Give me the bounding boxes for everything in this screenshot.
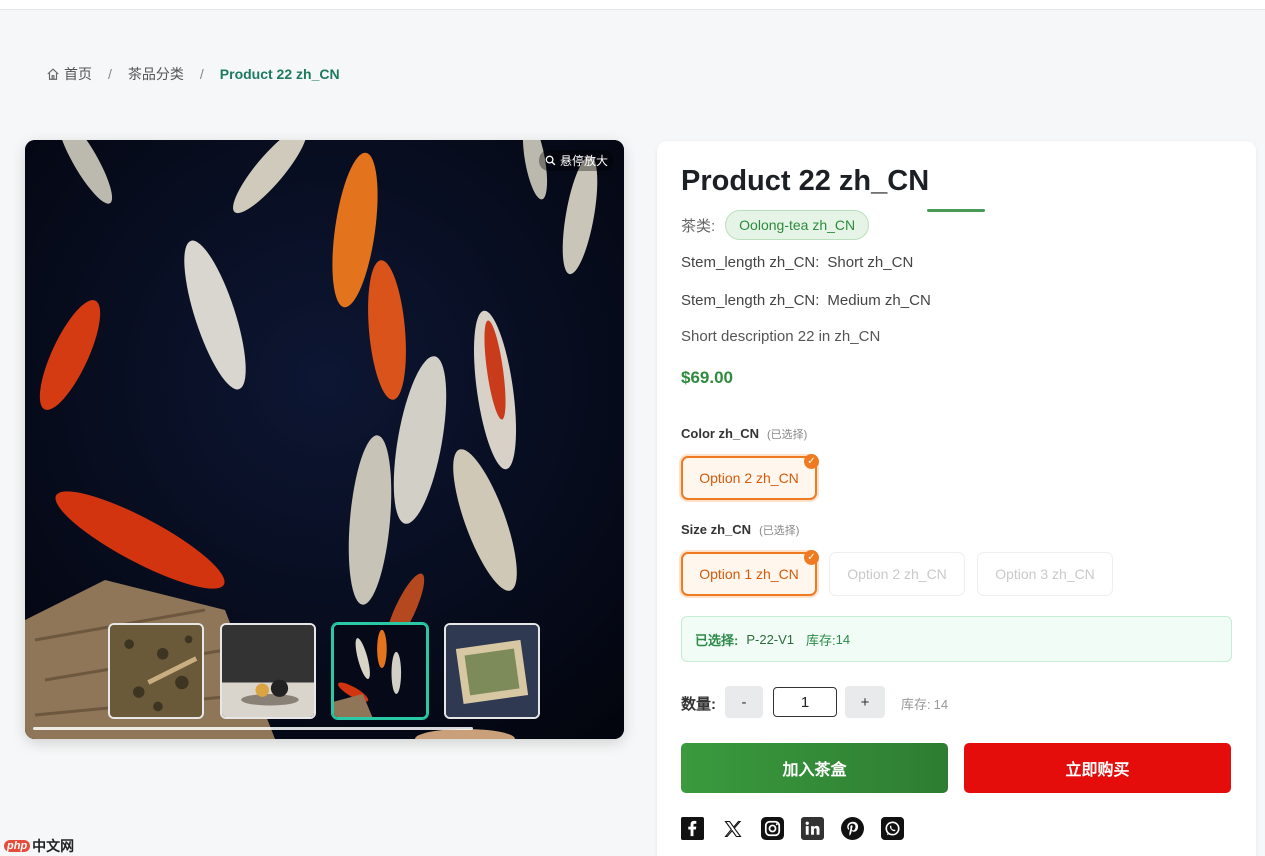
product-image-gallery[interactable]: 悬停放大 bbox=[25, 140, 624, 739]
product-price: $69.00 bbox=[681, 368, 733, 387]
tea-type-label: 茶类: bbox=[681, 217, 716, 235]
facebook-icon[interactable] bbox=[681, 817, 704, 840]
zoom-hint-label: 悬停放大 bbox=[559, 154, 608, 168]
instagram-icon[interactable] bbox=[761, 817, 784, 840]
title-underline bbox=[927, 209, 985, 212]
attribute-row: Stem_length zh_CN: Medium zh_CN bbox=[681, 292, 931, 309]
tea-type-row: 茶类: Oolong-tea zh_CN bbox=[681, 210, 870, 240]
zoom-hint: 悬停放大 bbox=[538, 150, 614, 171]
check-icon: ✓ bbox=[804, 454, 819, 469]
koi-pond-image bbox=[334, 625, 426, 717]
thumbnail-strip bbox=[108, 623, 540, 719]
selected-label: 已选择: bbox=[695, 632, 739, 648]
size-option-button-label: Option 2 zh_CN bbox=[847, 566, 947, 582]
breadcrumb-separator: / bbox=[108, 66, 112, 82]
attribute-key: Stem_length zh_CN: bbox=[681, 254, 820, 271]
quantity-stock: 库存: 14 bbox=[901, 694, 948, 713]
attribute-key: Stem_length zh_CN: bbox=[681, 292, 820, 309]
breadcrumb-home-label: 首页 bbox=[64, 66, 92, 82]
color-option-title: Color zh_CN bbox=[681, 426, 759, 441]
green-tea-tray-image bbox=[446, 625, 538, 717]
quantity-label: 数量: bbox=[681, 696, 716, 713]
quantity-decrease-button[interactable]: - bbox=[725, 686, 763, 718]
top-bar bbox=[0, 0, 1265, 10]
quantity-stock-label: 库存: bbox=[901, 697, 931, 712]
color-option-hint: (已选择) bbox=[767, 429, 808, 441]
share-buttons bbox=[681, 817, 904, 840]
x-twitter-icon[interactable] bbox=[721, 817, 744, 840]
size-option-button-label: Option 3 zh_CN bbox=[995, 566, 1095, 582]
attribute-value: Medium zh_CN bbox=[827, 292, 931, 309]
thumbnail-scrollbar[interactable] bbox=[33, 727, 473, 730]
short-description: Short description 22 in zh_CN bbox=[681, 328, 881, 345]
size-option-hint: (已选择) bbox=[759, 525, 800, 537]
linkedin-icon[interactable] bbox=[801, 817, 824, 840]
breadcrumb-category[interactable]: 茶品分类 bbox=[128, 64, 184, 84]
thumbnail-koi-pond[interactable] bbox=[332, 623, 428, 719]
size-option-button[interactable]: Option 1 zh_CN ✓ bbox=[681, 550, 819, 596]
pinterest-icon[interactable] bbox=[841, 817, 864, 840]
watermark-text: 中文网 bbox=[32, 838, 75, 854]
selected-stock-label: 库存: bbox=[806, 632, 836, 648]
selected-sku: P-22-V1 bbox=[746, 631, 795, 647]
size-option-button[interactable]: Option 2 zh_CN bbox=[829, 552, 965, 596]
check-icon: ✓ bbox=[804, 550, 819, 565]
product-title: Product 22 zh_CN bbox=[681, 165, 930, 197]
home-icon bbox=[47, 68, 59, 80]
search-icon bbox=[545, 155, 556, 166]
add-to-cart-button[interactable]: 加入茶盒 bbox=[681, 743, 948, 793]
site-watermark: php 中文网 bbox=[4, 836, 74, 856]
quantity-input[interactable] bbox=[773, 687, 837, 717]
teapot-set-image bbox=[222, 625, 314, 717]
breadcrumb-current: Product 22 zh_CN bbox=[219, 66, 340, 82]
thumbnail-loose-leaf-tea[interactable] bbox=[108, 623, 204, 719]
thumbnail-green-tea-tray[interactable] bbox=[444, 623, 540, 719]
size-option-label: Size zh_CN (已选择) bbox=[681, 522, 799, 538]
attribute-row: Stem_length zh_CN: Short zh_CN bbox=[681, 254, 913, 271]
quantity-stock-value: 14 bbox=[933, 697, 949, 712]
breadcrumb-separator: / bbox=[199, 66, 204, 82]
buy-now-button[interactable]: 立即购买 bbox=[964, 743, 1231, 793]
quantity-increase-button[interactable]: + bbox=[845, 686, 885, 718]
color-option-label: Color zh_CN (已选择) bbox=[681, 426, 807, 442]
size-option-button[interactable]: Option 3 zh_CN bbox=[977, 552, 1113, 596]
color-option-button-label: Option 2 zh_CN bbox=[699, 470, 799, 486]
selected-stock-value: 14 bbox=[835, 631, 851, 647]
attribute-value: Short zh_CN bbox=[827, 254, 914, 271]
breadcrumb-home[interactable]: 首页 bbox=[46, 64, 92, 84]
product-info-card: Product 22 zh_CN 茶类: Oolong-tea zh_CN St… bbox=[657, 141, 1256, 856]
size-option-button-label: Option 1 zh_CN bbox=[699, 566, 799, 582]
selected-variant-box: 已选择: P-22-V1 库存: 14 bbox=[681, 616, 1232, 662]
watermark-logo: php bbox=[4, 840, 31, 852]
loose-leaf-tea-image bbox=[110, 625, 202, 717]
color-option-button[interactable]: Option 2 zh_CN ✓ bbox=[681, 454, 819, 500]
thumbnail-teapot-set[interactable] bbox=[220, 623, 316, 719]
tea-type-badge[interactable]: Oolong-tea zh_CN bbox=[725, 210, 870, 240]
whatsapp-icon[interactable] bbox=[881, 817, 904, 840]
size-option-title: Size zh_CN bbox=[681, 522, 752, 537]
breadcrumb: 首页 / 茶品分类 / Product 22 zh_CN bbox=[46, 64, 340, 84]
